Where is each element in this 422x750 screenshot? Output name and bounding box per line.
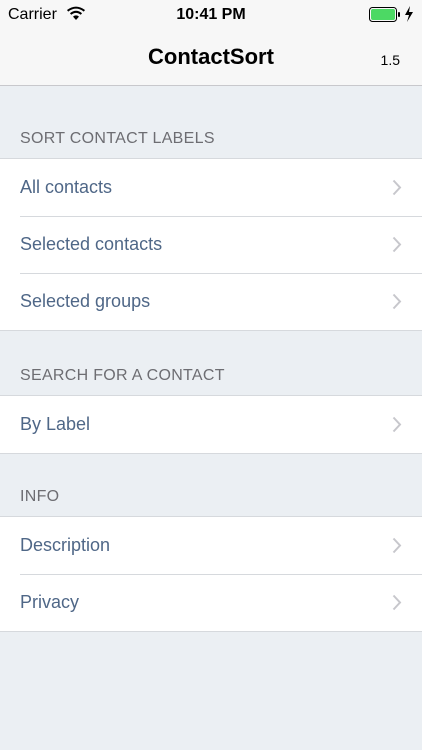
battery-icon: [369, 7, 401, 27]
status-bar: Carrier 10:41 PM: [0, 0, 422, 30]
navigation-bar: ContactSort 1.5: [0, 30, 422, 86]
chevron-right-icon: [392, 594, 402, 616]
row-label: Description: [20, 535, 111, 555]
chevron-right-icon: [392, 416, 402, 438]
charging-bolt-icon: [404, 6, 414, 27]
row-label: By Label: [20, 414, 91, 434]
row-selected-contacts[interactable]: Selected contacts: [0, 216, 422, 273]
section-header-search: SEARCH FOR A CONTACT: [20, 367, 225, 384]
row-description[interactable]: Description: [0, 517, 422, 574]
row-all-contacts[interactable]: All contacts: [0, 159, 422, 216]
sort-group: All contacts Selected contacts Selected …: [0, 158, 422, 331]
row-label: Selected groups: [20, 291, 151, 311]
row-label: All contacts: [20, 177, 113, 197]
row-selected-groups[interactable]: Selected groups: [0, 273, 422, 330]
row-label: Privacy: [20, 592, 80, 612]
section-header-sort: SORT CONTACT LABELS: [20, 130, 215, 147]
row-by-label[interactable]: By Label: [0, 396, 422, 453]
row-label: Selected contacts: [20, 234, 163, 254]
section-header-info: INFO: [20, 488, 60, 505]
info-group: Description Privacy: [0, 516, 422, 632]
row-privacy[interactable]: Privacy: [0, 574, 422, 631]
chevron-right-icon: [392, 236, 402, 258]
clock: 10:41 PM: [176, 6, 246, 23]
page-title: ContactSort: [148, 44, 274, 69]
chevron-right-icon: [392, 179, 402, 201]
chevron-right-icon: [392, 537, 402, 559]
version-label: 1.5: [380, 52, 400, 68]
chevron-right-icon: [392, 293, 402, 315]
search-group: By Label: [0, 395, 422, 454]
